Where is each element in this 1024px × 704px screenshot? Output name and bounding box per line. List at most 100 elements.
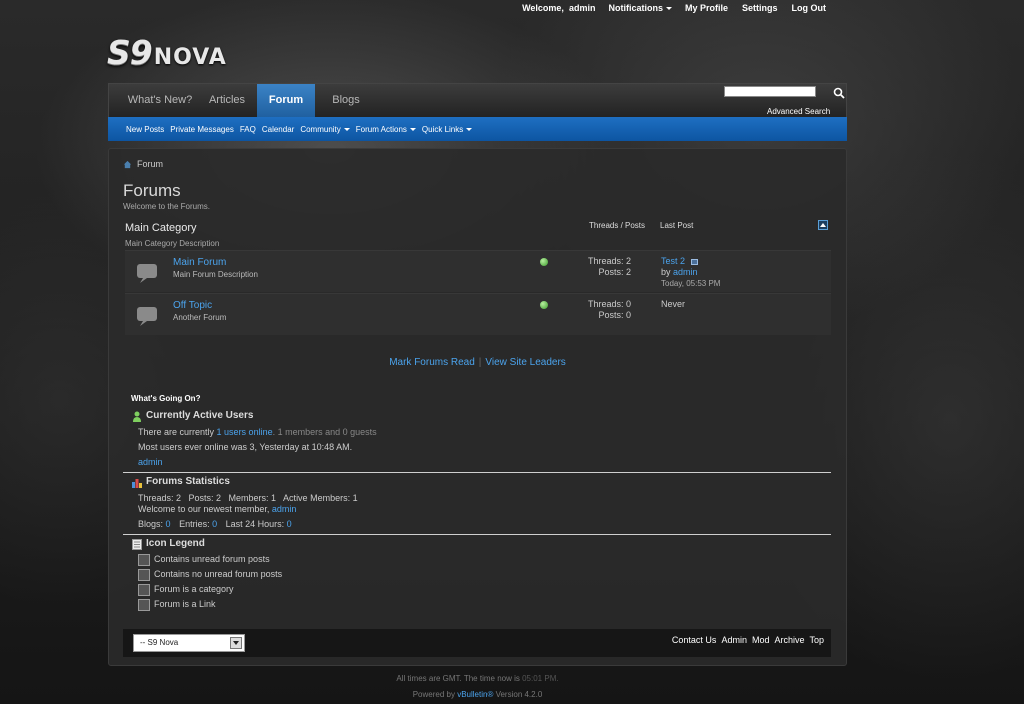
breadcrumb-forum[interactable]: Forum [137, 159, 163, 169]
home-icon[interactable] [123, 160, 132, 169]
forum-action-links: Mark Forums Read | View Site Leaders [0, 357, 955, 368]
user-icon [133, 411, 141, 422]
stats-counts: Threads: 2 Posts: 2 Members: 1 Active Me… [138, 493, 358, 503]
users-online-line: There are currently 1 users online. 1 me… [138, 427, 377, 437]
subnav-quick-links[interactable]: Quick Links [421, 124, 473, 134]
logout-link[interactable]: Log Out [792, 3, 827, 13]
admin-link[interactable]: Admin [721, 635, 747, 645]
mod-link[interactable]: Mod [752, 635, 770, 645]
section-divider [123, 534, 831, 535]
online-dot-icon [540, 258, 548, 266]
top-user-bar: Welcome, admin Notifications My Profile … [522, 2, 826, 14]
site-logo[interactable]: S9 NOVA [107, 33, 227, 72]
forum-row: Main Forum Main Forum Description Thread… [125, 250, 831, 292]
last-post-user-link[interactable]: admin [673, 267, 698, 277]
chevron-down-icon [466, 127, 473, 131]
blogs-count: 0 [165, 519, 171, 529]
bar-chart-icon [132, 479, 142, 488]
forum-title-link[interactable]: Main Forum [173, 257, 226, 268]
column-last-post: Last Post [660, 221, 694, 230]
forum-description: Another Forum [173, 313, 227, 322]
subnav-new-posts-label: New Posts [126, 124, 165, 134]
archive-link[interactable]: Archive [774, 635, 804, 645]
chevron-down-icon [409, 127, 416, 131]
username-link[interactable]: admin [569, 3, 596, 13]
view-site-leaders-link[interactable]: View Site Leaders [485, 357, 565, 368]
subnav-forum-actions[interactable]: Forum Actions [356, 125, 416, 134]
newest-member-prefix: Welcome to our newest member, [138, 504, 270, 514]
online-member-link[interactable]: admin [138, 457, 163, 467]
forum-status-icon [137, 264, 157, 283]
chevron-down-icon[interactable] [230, 637, 242, 649]
powered-version: Version 4.2.0 [495, 690, 543, 699]
legend-link: Forum is a Link [154, 599, 216, 609]
unread-posts-icon [138, 554, 150, 566]
members-guests-text: . 1 members and 0 guests [272, 427, 377, 437]
section-divider [123, 472, 831, 473]
blogs-label: Blogs: [138, 519, 164, 529]
settings-link[interactable]: Settings [742, 3, 778, 13]
wgo-title: What's Going On? [131, 394, 201, 403]
document-icon [132, 539, 142, 550]
last24-label: Last 24 Hours: [225, 519, 285, 529]
style-chooser-value: -- S9 Nova [140, 638, 179, 647]
welcome-text: Welcome, [522, 3, 564, 13]
contact-us-link[interactable]: Contact Us [672, 635, 717, 645]
column-threads-posts: Threads / Posts [589, 221, 646, 230]
page-title: Forums [123, 181, 181, 200]
subnav-private-messages[interactable]: Private Messages [170, 125, 234, 134]
vbulletin-link[interactable]: vBulletin® [457, 690, 493, 699]
timezone-note: All times are GMT. The time now is 05:01… [0, 674, 955, 683]
subnav-calendar-label: Calendar [261, 124, 295, 134]
subnav-faq[interactable]: FAQ [240, 125, 256, 134]
subnav-calendar[interactable]: Calendar [262, 125, 294, 134]
newest-member-link[interactable]: admin [272, 504, 297, 514]
forum-title-link[interactable]: Off Topic [173, 300, 212, 311]
tab-blogs[interactable]: Blogs [321, 84, 371, 118]
entries-count: 0 [212, 519, 218, 529]
notifications-caret-icon[interactable] [665, 6, 672, 10]
tab-forum[interactable]: Forum [257, 84, 315, 118]
advanced-search-link[interactable]: Advanced Search [767, 107, 830, 116]
icon-legend-heading: Icon Legend [146, 538, 205, 549]
link-separator: | [478, 357, 482, 368]
sub-navbar: New Posts Private Messages FAQ Calendar … [108, 117, 847, 141]
search-icon[interactable] [833, 87, 845, 99]
current-time: 05:01 PM. [522, 674, 559, 683]
forum-last-post: Test 2 by admin Today, 05:53 PM [661, 256, 720, 289]
tab-whats-new[interactable]: What's New? [123, 84, 197, 118]
subnav-forum-actions-label: Forum Actions [355, 124, 407, 134]
top-link[interactable]: Top [809, 635, 824, 645]
my-profile-link[interactable]: My Profile [685, 3, 728, 13]
search-input[interactable] [724, 86, 816, 97]
max-online-line: Most users ever online was 3, Yesterday … [138, 442, 353, 452]
link-icon [138, 599, 150, 611]
users-online-link[interactable]: 1 users online [217, 427, 273, 437]
forum-posts: Posts: 0 [598, 310, 631, 320]
newest-member-line: Welcome to our newest member, admin [138, 504, 296, 514]
forum-threads: Threads: 2 [587, 256, 631, 266]
subnav-community[interactable]: Community [300, 125, 350, 134]
mark-forums-read-link[interactable]: Mark Forums Read [389, 357, 475, 368]
online-members-list: admin [138, 457, 163, 467]
go-to-post-icon[interactable] [690, 258, 698, 265]
notifications-menu[interactable]: Notifications [608, 3, 663, 13]
stats-heading: Forums Statistics [146, 476, 230, 487]
forum-status-icon [137, 307, 157, 326]
breadcrumb: Forum [123, 159, 163, 169]
tab-articles[interactable]: Articles [201, 84, 253, 118]
legend-no-unread: Contains no unread forum posts [154, 569, 283, 579]
last-post-by-label: by [661, 267, 671, 277]
online-dot-icon [540, 301, 548, 309]
forum-posts: Posts: 2 [598, 267, 631, 277]
logo-mark: S9 [107, 33, 153, 72]
collapse-icon[interactable] [818, 220, 828, 230]
category-title[interactable]: Main Category [125, 222, 197, 234]
last-post-title-link[interactable]: Test 2 [661, 256, 685, 266]
forum-stats: Threads: 2 Posts: 2 [565, 256, 631, 278]
subnav-quick-links-label: Quick Links [421, 124, 464, 134]
forum-description: Main Forum Description [173, 270, 258, 279]
powered-by: Powered by vBulletin® Version 4.2.0 [0, 690, 955, 699]
style-chooser-select[interactable]: -- S9 Nova [133, 634, 245, 652]
subnav-new-posts[interactable]: New Posts [126, 125, 164, 134]
